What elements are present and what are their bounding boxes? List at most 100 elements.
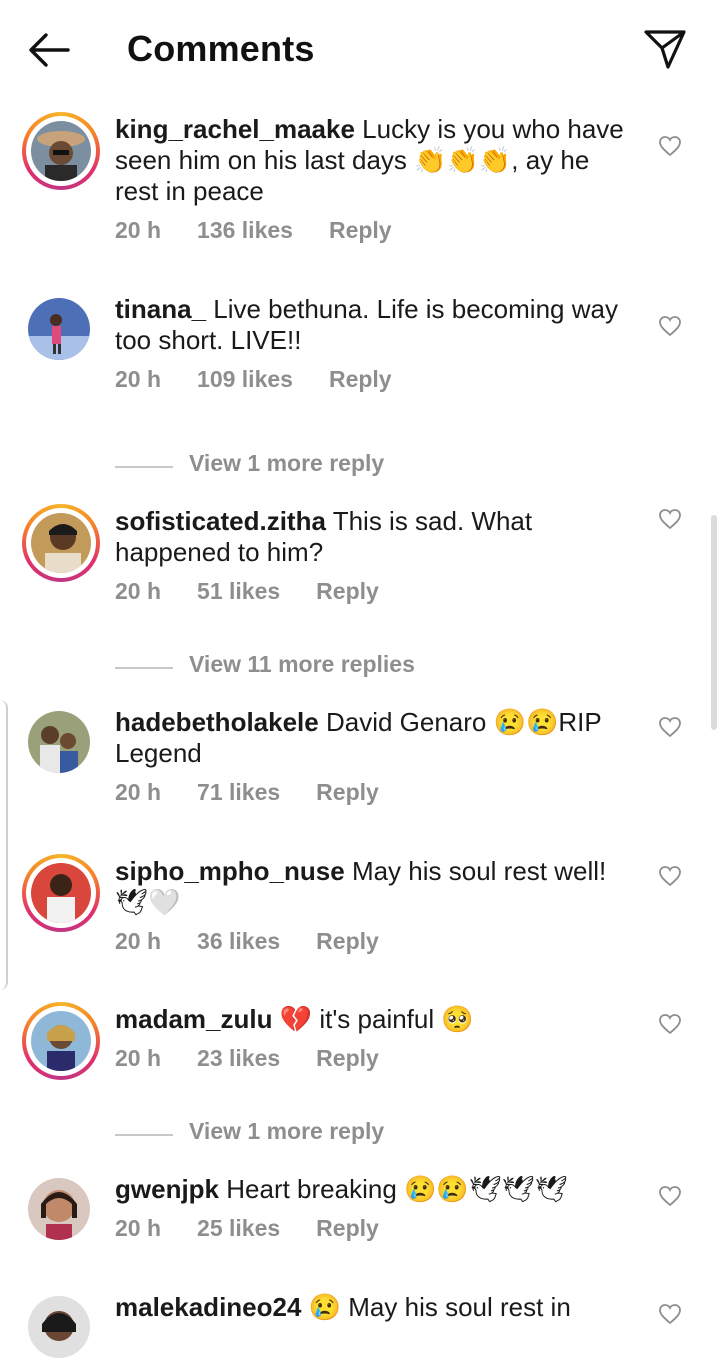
reply-button[interactable]: Reply — [316, 928, 379, 955]
comment-meta: 20 h 36 likes Reply — [115, 928, 635, 955]
comment-likes[interactable]: 36 likes — [197, 928, 280, 955]
heart-icon[interactable] — [658, 508, 682, 530]
arrow-left-icon — [29, 33, 70, 67]
comment-item: gwenjpk Heart breaking 😢😢🕊🕊🕊 20 h 25 like… — [0, 1168, 720, 1286]
comment-meta: 20 h 23 likes Reply — [115, 1045, 635, 1072]
comment-username[interactable]: sofisticated.zitha — [115, 506, 326, 536]
view-more-replies[interactable]: View 1 more reply — [0, 436, 720, 500]
comment-text: gwenjpk Heart breaking 😢😢🕊🕊🕊 — [115, 1174, 635, 1205]
comment-message: Heart breaking 😢😢🕊🕊🕊 — [226, 1174, 568, 1204]
comment-username[interactable]: sipho_mpho_nuse — [115, 856, 345, 886]
scrollbar[interactable] — [711, 515, 717, 730]
comment-likes[interactable]: 23 likes — [197, 1045, 280, 1072]
comment-meta: 20 h 71 likes Reply — [115, 779, 635, 806]
comment-meta: 20 h 136 likes Reply — [115, 217, 635, 244]
reply-button[interactable]: Reply — [316, 1215, 379, 1242]
avatar-wrapper[interactable] — [22, 705, 100, 783]
heart-icon[interactable] — [658, 135, 682, 157]
page-title: Comments — [127, 28, 315, 69]
comment-username[interactable]: gwenjpk — [115, 1174, 219, 1204]
reply-button[interactable]: Reply — [316, 1045, 379, 1072]
view-more-replies-label[interactable]: View 1 more reply — [189, 450, 384, 477]
reply-button[interactable]: Reply — [316, 779, 379, 806]
comment-item: king_rachel_maake Lucky is you who have … — [0, 108, 720, 288]
view-more-replies-label[interactable]: View 1 more reply — [189, 1118, 384, 1145]
heart-icon[interactable] — [658, 1303, 682, 1325]
avatar — [28, 1296, 90, 1358]
comment-text: king_rachel_maake Lucky is you who have … — [115, 114, 635, 207]
avatar — [28, 1178, 90, 1240]
comment-text: sipho_mpho_nuse May his soul rest well! … — [115, 856, 635, 918]
avatar — [28, 298, 90, 360]
reply-button[interactable]: Reply — [316, 578, 379, 605]
back-button[interactable] — [26, 30, 72, 70]
comment-message: 💔 it's painful 🥺 — [279, 1004, 474, 1034]
comment-time: 20 h — [115, 366, 162, 392]
view-more-replies-label[interactable]: View 11 more replies — [189, 651, 415, 678]
comment-body: sipho_mpho_nuse May his soul rest well! … — [115, 856, 635, 955]
avatar-wrapper[interactable] — [22, 1172, 100, 1250]
divider — [115, 466, 173, 468]
comment-text: malekadineo24 😢 May his soul rest in — [115, 1292, 635, 1323]
avatar-wrapper[interactable] — [22, 292, 100, 370]
comment-item: madam_zulu 💔 it's painful 🥺 20 h 23 likes… — [0, 998, 720, 1104]
comment-likes[interactable]: 109 likes — [197, 366, 293, 393]
avatar-with-story-ring[interactable] — [22, 854, 100, 932]
comment-meta: 20 h 25 likes Reply — [115, 1215, 635, 1242]
comment-username[interactable]: tinana_ — [115, 294, 206, 324]
comment-item: sipho_mpho_nuse May his soul rest well! … — [0, 850, 720, 998]
comment-body: madam_zulu 💔 it's painful 🥺 20 h 23 likes… — [115, 1004, 635, 1072]
avatar-with-story-ring[interactable] — [22, 1002, 100, 1080]
paper-plane-icon — [644, 30, 686, 69]
comment-time: 20 h — [115, 1215, 162, 1241]
comment-username[interactable]: malekadineo24 — [115, 1292, 301, 1322]
comment-meta: 20 h 51 likes Reply — [115, 578, 635, 605]
comment-likes[interactable]: 25 likes — [197, 1215, 280, 1242]
comment-time: 20 h — [115, 779, 162, 805]
share-button[interactable] — [643, 28, 687, 70]
comment-text: sofisticated.zitha This is sad. What hap… — [115, 506, 635, 568]
comment-item: tinana_ Live bethuna. Life is becoming w… — [0, 288, 720, 436]
avatar-with-story-ring[interactable] — [22, 504, 100, 582]
comment-item: malekadineo24 😢 May his soul rest in — [0, 1286, 720, 1358]
heart-icon[interactable] — [658, 1013, 682, 1035]
comment-body: tinana_ Live bethuna. Life is becoming w… — [115, 294, 635, 393]
comment-time: 20 h — [115, 928, 162, 954]
comment-text: madam_zulu 💔 it's painful 🥺 — [115, 1004, 635, 1035]
view-more-replies[interactable]: View 11 more replies — [0, 637, 720, 701]
avatar — [31, 513, 91, 573]
reply-button[interactable]: Reply — [329, 366, 392, 393]
view-more-replies[interactable]: View 1 more reply — [0, 1104, 720, 1168]
avatar — [28, 711, 90, 773]
comment-username[interactable]: hadebetholakele — [115, 707, 319, 737]
comment-body: sofisticated.zitha This is sad. What hap… — [115, 506, 635, 605]
comment-time: 20 h — [115, 217, 162, 243]
reply-button[interactable]: Reply — [329, 217, 392, 244]
comment-text: hadebetholakele David Genaro 😢😢RIP Legen… — [115, 707, 635, 769]
heart-icon[interactable] — [658, 1185, 682, 1207]
heart-icon[interactable] — [658, 315, 682, 337]
comments-list: king_rachel_maake Lucky is you who have … — [0, 108, 720, 1358]
avatar-wrapper[interactable] — [22, 1290, 100, 1368]
heart-icon[interactable] — [658, 716, 682, 738]
comment-meta: 20 h 109 likes Reply — [115, 366, 635, 393]
comment-likes[interactable]: 136 likes — [197, 217, 293, 244]
heart-icon[interactable] — [658, 865, 682, 887]
comment-message: 😢 May his soul rest in — [308, 1292, 571, 1322]
comment-time: 20 h — [115, 578, 162, 604]
comment-likes[interactable]: 51 likes — [197, 578, 280, 605]
comment-likes[interactable]: 71 likes — [197, 779, 280, 806]
comment-text: tinana_ Live bethuna. Life is becoming w… — [115, 294, 635, 356]
avatar — [31, 1011, 91, 1071]
divider — [115, 1134, 173, 1136]
edge-panel-handle[interactable] — [0, 700, 8, 990]
comment-username[interactable]: king_rachel_maake — [115, 114, 355, 144]
top-bar: Comments — [0, 0, 720, 100]
comment-item: sofisticated.zitha This is sad. What hap… — [0, 500, 720, 637]
avatar — [31, 863, 91, 923]
avatar-with-story-ring[interactable] — [22, 112, 100, 190]
comment-body: malekadineo24 😢 May his soul rest in — [115, 1292, 635, 1323]
avatar — [31, 121, 91, 181]
comment-body: king_rachel_maake Lucky is you who have … — [115, 114, 635, 244]
comment-username[interactable]: madam_zulu — [115, 1004, 273, 1034]
